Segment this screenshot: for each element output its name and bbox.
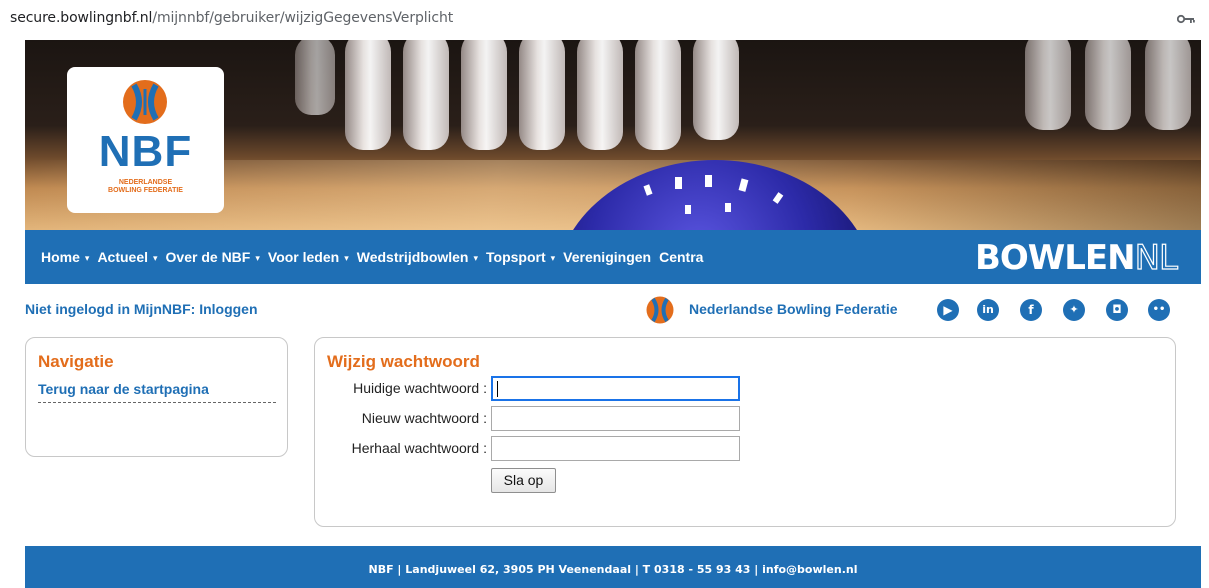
chevron-down-icon: ▾ bbox=[255, 253, 260, 263]
bowling-pin-image bbox=[693, 40, 739, 140]
navigation-title: Navigatie bbox=[38, 352, 114, 371]
repeat-password-row: Herhaal wachtwoord : bbox=[315, 436, 1175, 462]
linkedin-icon[interactable]: in bbox=[977, 299, 999, 321]
new-password-label: Nieuw wachtwoord : bbox=[361, 410, 487, 426]
chevron-down-icon: ▾ bbox=[84, 253, 90, 263]
navigation-panel: Navigatie Terug naar de startpagina bbox=[25, 337, 288, 457]
nav-item-voor-leden[interactable]: Voor leden ▾ bbox=[268, 249, 349, 265]
address-bar[interactable]: secure.bowlingnbf.nl/mijnnbf/gebruiker/w… bbox=[0, 0, 1209, 40]
change-password-panel: Wijzig wachtwoord Huidige wachtwoord : N… bbox=[314, 337, 1176, 527]
current-password-row: Huidige wachtwoord : bbox=[315, 376, 1175, 402]
nav-item-topsport[interactable]: Topsport ▾ bbox=[486, 249, 555, 265]
twitter-icon[interactable]: ✦ bbox=[1063, 299, 1085, 321]
repeat-password-label: Herhaal wachtwoord : bbox=[351, 440, 487, 456]
bowling-pin-image bbox=[577, 40, 623, 150]
bowling-pin-image bbox=[635, 40, 681, 150]
nav-item-over-de-nbf[interactable]: Over de NBF ▾ bbox=[166, 249, 260, 265]
nav-item-label: Over de NBF bbox=[165, 249, 251, 265]
form-title: Wijzig wachtwoord bbox=[327, 352, 480, 371]
header-banner: NBF NEDERLANDSE BOWLING FEDERATIE bbox=[25, 40, 1201, 230]
chevron-down-icon: ▾ bbox=[153, 253, 158, 263]
nav-item-centra[interactable]: Centra bbox=[659, 249, 703, 265]
current-password-field[interactable] bbox=[491, 376, 740, 401]
new-password-row: Nieuw wachtwoord : bbox=[315, 406, 1175, 432]
nav-item-label: Home bbox=[41, 249, 80, 265]
page: secure.bowlingnbf.nl/mijnnbf/gebruiker/w… bbox=[0, 0, 1209, 588]
bowling-pin-image bbox=[1145, 40, 1191, 130]
chevron-down-icon: ▾ bbox=[473, 253, 479, 263]
nav-item-home[interactable]: Home ▾ bbox=[41, 249, 89, 265]
nbf-logo[interactable]: NBF NEDERLANDSE BOWLING FEDERATIE bbox=[67, 67, 224, 213]
nav-item-actueel[interactable]: Actueel ▾ bbox=[97, 249, 157, 265]
nav-item-verenigingen[interactable]: Verenigingen bbox=[563, 249, 651, 265]
bowling-pin-image bbox=[519, 40, 565, 150]
chevron-down-icon: ▾ bbox=[550, 253, 556, 263]
bowling-ball-icon bbox=[123, 80, 167, 124]
bowling-pin-image bbox=[295, 40, 335, 115]
new-password-field[interactable] bbox=[491, 406, 740, 431]
nav-item-label: Topsport bbox=[486, 249, 546, 265]
nav-item-label: Verenigingen bbox=[563, 249, 652, 265]
nav-item-label: Voor leden bbox=[267, 249, 340, 265]
bowling-pin-image bbox=[461, 40, 507, 150]
logo-subtitle-line1: NEDERLANDSE bbox=[118, 179, 173, 186]
nav-item-label: Centra bbox=[659, 249, 704, 265]
nav-menu: Home ▾ Actueel ▾ Over de NBF ▾ Voor leden ▾ Weds… bbox=[41, 230, 711, 284]
bowling-pin-image bbox=[1025, 40, 1071, 130]
nav-item-label: Wedstrijdbowlen bbox=[356, 249, 469, 265]
text-cursor bbox=[497, 381, 498, 397]
facebook-icon[interactable]: f bbox=[1020, 299, 1042, 321]
instagram-icon[interactable]: ◘ bbox=[1106, 299, 1128, 321]
nav-item-label: Actueel bbox=[97, 249, 149, 265]
current-password-label: Huidige wachtwoord : bbox=[353, 380, 487, 396]
brand-suffix: NL bbox=[1134, 237, 1179, 278]
url-path: /mijnnbf/gebruiker/wijzigGegevensVerplic… bbox=[152, 10, 454, 26]
ball-pattern bbox=[643, 175, 784, 214]
brand-main: BOWLEN bbox=[974, 238, 1136, 278]
chevron-down-icon: ▾ bbox=[344, 253, 349, 263]
logo-subtitle: NEDERLANDSE BOWLING FEDERATIE bbox=[67, 179, 224, 195]
save-button[interactable]: Sla op bbox=[491, 468, 556, 493]
nav-item-wedstrijdbowlen[interactable]: Wedstrijdbowlen ▾ bbox=[357, 249, 478, 265]
bowling-pin-image bbox=[345, 40, 391, 150]
url-text[interactable]: secure.bowlingnbf.nl/mijnnbf/gebruiker/w… bbox=[10, 10, 453, 26]
bowlen-nl-logo[interactable]: BOWLENNL bbox=[974, 237, 1179, 278]
federation-link[interactable]: Nederlandse Bowling Federatie bbox=[689, 301, 898, 317]
bowling-pin-image bbox=[403, 40, 449, 150]
bowling-pin-image bbox=[1085, 40, 1131, 130]
main-navigation: Home ▾ Actueel ▾ Over de NBF ▾ Voor leden ▾ Weds… bbox=[25, 230, 1201, 284]
logo-title: NBF bbox=[98, 127, 193, 176]
login-link[interactable]: Niet ingelogd in MijnNBF: Inloggen bbox=[25, 301, 258, 317]
bowling-ball-icon bbox=[646, 296, 674, 324]
key-icon[interactable] bbox=[1177, 13, 1195, 25]
flickr-icon[interactable]: •• bbox=[1148, 299, 1170, 321]
back-to-start-link[interactable]: Terug naar de startpagina bbox=[38, 381, 276, 403]
url-domain: secure.bowlingnbf.nl bbox=[10, 10, 153, 26]
logo-subtitle-line2: BOWLING FEDERATIE bbox=[108, 187, 183, 194]
repeat-password-field[interactable] bbox=[491, 436, 740, 461]
footer: NBF | Landjuweel 62, 3905 PH Veenendaal … bbox=[25, 546, 1201, 588]
youtube-icon[interactable]: ▶ bbox=[937, 299, 959, 321]
